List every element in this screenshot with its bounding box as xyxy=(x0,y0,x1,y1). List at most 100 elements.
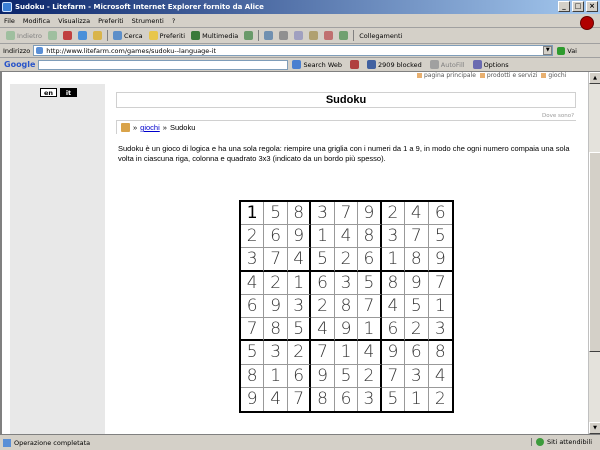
sudoku-cell[interactable]: 8 xyxy=(405,248,429,272)
menu-tools[interactable]: Strumenti xyxy=(128,17,168,25)
vertical-scrollbar[interactable]: ▲ ▼ xyxy=(588,72,600,434)
links-button[interactable]: Collegamenti xyxy=(356,32,405,40)
sudoku-cell[interactable]: 8 xyxy=(311,387,335,411)
forward-button[interactable] xyxy=(45,31,60,40)
sudoku-cell[interactable]: 6 xyxy=(405,341,429,365)
sudoku-cell[interactable]: 6 xyxy=(358,248,382,272)
mail-button[interactable] xyxy=(261,31,276,40)
sudoku-cell[interactable]: 9 xyxy=(241,387,265,411)
sudoku-cell[interactable]: 4 xyxy=(358,341,382,365)
sudoku-cell[interactable]: 6 xyxy=(241,294,265,319)
sudoku-cell[interactable]: 7 xyxy=(311,341,335,365)
sudoku-cell[interactable]: 9 xyxy=(358,202,382,226)
popup-blocker-button[interactable]: 2909 blocked xyxy=(363,60,426,69)
sudoku-cell[interactable]: 7 xyxy=(334,202,359,226)
nav-products[interactable]: prodotti e servizi xyxy=(479,72,537,79)
sudoku-cell[interactable]: 3 xyxy=(311,202,335,226)
sudoku-cell[interactable]: 2 xyxy=(405,318,429,342)
refresh-button[interactable] xyxy=(75,31,90,40)
sudoku-cell[interactable]: 6 xyxy=(381,318,406,342)
lang-en-link[interactable]: en xyxy=(40,88,57,97)
go-button[interactable]: Vai xyxy=(557,46,577,55)
sudoku-cell[interactable]: 8 xyxy=(241,364,265,388)
home-button[interactable] xyxy=(90,31,105,40)
favorites-button[interactable]: Preferiti xyxy=(146,31,188,40)
sudoku-cell[interactable]: 8 xyxy=(264,318,288,342)
messenger-button[interactable] xyxy=(336,31,351,40)
sudoku-cell[interactable]: 7 xyxy=(381,364,406,388)
sudoku-cell[interactable]: 9 xyxy=(334,318,359,342)
back-button[interactable]: Indietro xyxy=(3,31,45,40)
sudoku-cell[interactable]: 2 xyxy=(358,364,382,388)
autofill-button[interactable]: AutoFill xyxy=(426,60,469,69)
sudoku-cell[interactable]: 5 xyxy=(334,364,359,388)
sudoku-cell[interactable]: 3 xyxy=(241,248,265,272)
sudoku-cell[interactable]: 6 xyxy=(264,225,288,249)
sudoku-cell[interactable]: 2 xyxy=(287,341,312,365)
sudoku-cell[interactable]: 7 xyxy=(241,318,265,342)
sudoku-cell[interactable]: 2 xyxy=(311,294,335,319)
close-button[interactable]: × xyxy=(586,1,598,12)
sudoku-cell[interactable]: 9 xyxy=(287,225,312,249)
research-button[interactable] xyxy=(321,31,336,40)
sudoku-cell[interactable]: 1 xyxy=(381,248,406,272)
sudoku-cell[interactable]: 4 xyxy=(311,318,335,342)
sudoku-cell[interactable]: 5 xyxy=(405,294,429,319)
sudoku-cell[interactable]: 5 xyxy=(287,318,312,342)
sudoku-cell[interactable]: 9 xyxy=(264,294,288,319)
menu-edit[interactable]: Modifica xyxy=(19,17,54,25)
stop-button[interactable] xyxy=(60,31,75,40)
sudoku-cell[interactable]: 3 xyxy=(358,387,382,411)
search-button[interactable]: Cerca xyxy=(110,31,146,40)
sudoku-cell[interactable]: 5 xyxy=(358,271,382,295)
sudoku-cell[interactable]: 1 xyxy=(334,341,359,365)
menu-file[interactable]: File xyxy=(0,17,19,25)
scroll-thumb[interactable] xyxy=(589,152,600,352)
menu-favorites[interactable]: Preferiti xyxy=(94,17,127,25)
sudoku-cell[interactable]: 7 xyxy=(405,225,429,249)
sudoku-cell[interactable]: 4 xyxy=(428,365,452,388)
sudoku-cell[interactable]: 6 xyxy=(428,202,452,226)
sudoku-cell[interactable]: 5 xyxy=(428,225,452,249)
discuss-button[interactable] xyxy=(306,31,321,40)
sudoku-cell[interactable]: 5 xyxy=(264,202,288,226)
address-input[interactable]: http://www.litefarm.com/games/sudoku--la… xyxy=(33,45,554,56)
lang-it-link[interactable]: it xyxy=(60,88,77,97)
sudoku-cell[interactable]: 9 xyxy=(405,271,429,295)
sudoku-cell[interactable]: 6 xyxy=(287,364,312,388)
sudoku-cell[interactable]: 4 xyxy=(241,271,265,295)
sudoku-cell[interactable]: 2 xyxy=(264,271,288,295)
sudoku-cell[interactable]: 1 xyxy=(428,295,452,319)
sudoku-cell[interactable]: 1 xyxy=(241,202,265,226)
scroll-up-button[interactable]: ▲ xyxy=(589,72,600,84)
edit-button[interactable] xyxy=(291,31,306,40)
sudoku-cell[interactable]: 3 xyxy=(405,364,429,388)
sudoku-cell[interactable]: 9 xyxy=(311,364,335,388)
sudoku-cell[interactable]: 9 xyxy=(428,248,452,272)
sudoku-cell[interactable]: 1 xyxy=(311,225,335,249)
sudoku-cell[interactable]: 5 xyxy=(311,248,335,272)
multimedia-button[interactable]: Multimedia xyxy=(188,31,241,40)
sudoku-cell[interactable]: 2 xyxy=(429,388,452,411)
options-button[interactable]: Options xyxy=(469,60,513,69)
sudoku-cell[interactable]: 5 xyxy=(382,387,406,411)
sudoku-cell[interactable]: 4 xyxy=(334,225,359,249)
sudoku-cell[interactable]: 2 xyxy=(241,225,265,249)
sudoku-cell[interactable]: 8 xyxy=(287,202,312,226)
sudoku-cell[interactable]: 5 xyxy=(241,341,265,365)
sudoku-cell[interactable]: 8 xyxy=(334,294,359,319)
sudoku-cell[interactable]: 6 xyxy=(311,271,335,295)
sudoku-cell[interactable]: 1 xyxy=(264,364,288,388)
maximize-button[interactable]: □ xyxy=(572,1,584,12)
sudoku-cell[interactable]: 3 xyxy=(428,318,452,342)
sudoku-cell[interactable]: 7 xyxy=(288,387,312,411)
home-icon[interactable] xyxy=(121,123,130,132)
sudoku-cell[interactable]: 4 xyxy=(405,202,429,226)
sudoku-cell[interactable]: 1 xyxy=(358,318,382,342)
sudoku-cell[interactable]: 7 xyxy=(358,294,382,319)
history-button[interactable] xyxy=(241,31,256,40)
sudoku-cell[interactable]: 4 xyxy=(264,387,288,411)
sudoku-cell[interactable]: 3 xyxy=(334,271,359,295)
nav-home[interactable]: pagina principale xyxy=(417,72,476,79)
sudoku-cell[interactable]: 4 xyxy=(381,294,406,319)
